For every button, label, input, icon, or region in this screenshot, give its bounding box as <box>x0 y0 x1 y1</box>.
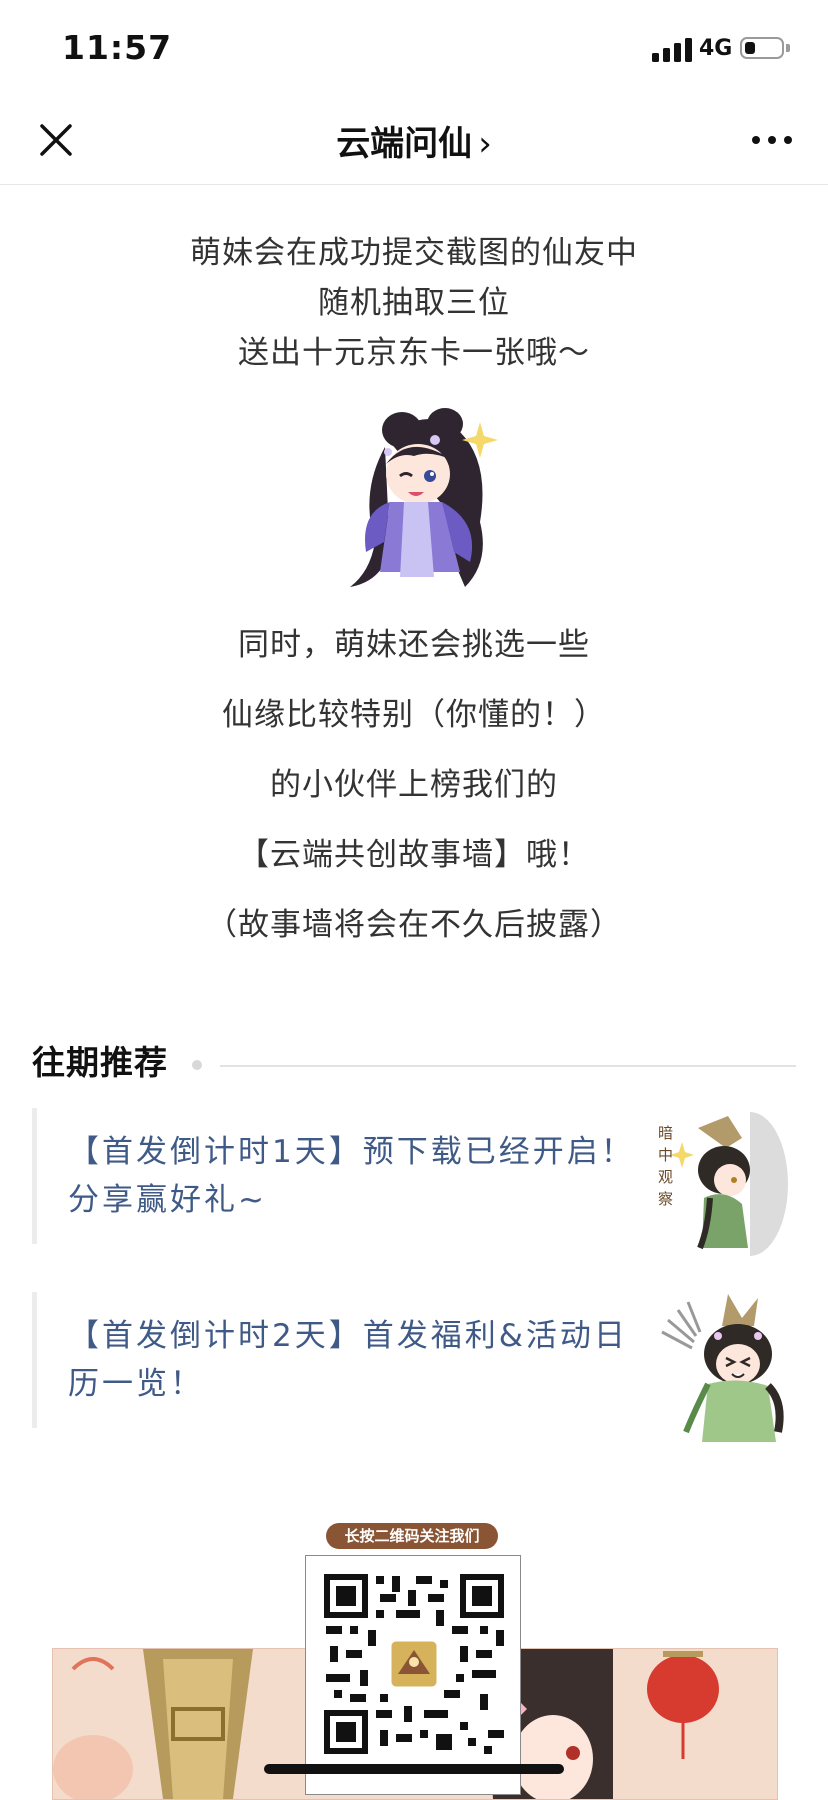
article-quote-bar <box>32 1108 37 1244</box>
article-item[interactable]: 【首发倒计时2天】首发福利&活动日历一览！ <box>32 1292 796 1442</box>
svg-text:中: 中 <box>658 1146 673 1164</box>
intro-line: 送出十元京东卡一张哦～ <box>238 335 590 371</box>
article-thumbnail[interactable] <box>638 1292 788 1444</box>
status-time: 11:57 <box>62 28 173 67</box>
status-bar: 11:57 4G <box>0 0 828 96</box>
signal-icon <box>652 38 692 62</box>
qr-code[interactable] <box>320 1570 508 1758</box>
nav-bar: 云端问仙 › <box>0 96 828 185</box>
article-quote-bar <box>32 1292 37 1428</box>
intro-line: 随机抽取三位 <box>318 285 510 321</box>
section-dot <box>192 1060 202 1070</box>
thumb-caption: 暗 <box>658 1124 673 1142</box>
story-line: 仙缘比较特别（你懂的！） <box>222 697 606 733</box>
story-text: 同时，萌妹还会挑选一些 仙缘比较特别（你懂的！） 的小伙伴上榜我们的 【云端共创… <box>0 612 828 962</box>
home-indicator[interactable] <box>264 1764 564 1774</box>
battery-tip <box>786 44 790 52</box>
story-line: 的小伙伴上榜我们的 <box>270 767 558 803</box>
story-line: 【云端共创故事墙】哦！ <box>238 837 590 873</box>
network-type: 4G <box>699 36 733 61</box>
account-title[interactable]: 云端问仙 › <box>0 116 828 165</box>
battery-level <box>745 42 755 54</box>
battery-icon <box>740 37 784 59</box>
article-thumbnail[interactable]: 暗 中 观 察 <box>638 1108 788 1260</box>
section-title: 往期推荐 <box>32 1043 168 1082</box>
qr-card[interactable] <box>305 1555 521 1795</box>
section-divider <box>220 1065 796 1067</box>
chevron-right-icon: › <box>478 124 492 164</box>
mascot-illustration <box>350 408 498 587</box>
qr-follow-label: 长按二维码关注我们 <box>326 1523 498 1549</box>
article-title[interactable]: 【首发倒计时2天】首发福利&活动日历一览！ <box>68 1312 638 1408</box>
svg-text:察: 察 <box>658 1190 673 1208</box>
intro-line: 萌妹会在成功提交截图的仙友中 <box>190 235 638 271</box>
intro-text: 萌妹会在成功提交截图的仙友中 随机抽取三位 送出十元京东卡一张哦～ <box>0 228 828 378</box>
account-name: 云端问仙 <box>336 124 473 164</box>
article-title[interactable]: 【首发倒计时1天】预下载已经开启！分享赢好礼~ <box>68 1128 638 1224</box>
story-line: （故事墙将会在不久后披露） <box>206 907 622 943</box>
story-line: 同时，萌妹还会挑选一些 <box>238 627 590 663</box>
article-item[interactable]: 【首发倒计时1天】预下载已经开启！分享赢好礼~ 暗 中 观 察 <box>32 1108 796 1260</box>
recommend-section-header: 往期推荐 <box>32 1036 796 1084</box>
svg-text:观: 观 <box>658 1168 673 1186</box>
more-dots-icon[interactable] <box>748 122 796 158</box>
